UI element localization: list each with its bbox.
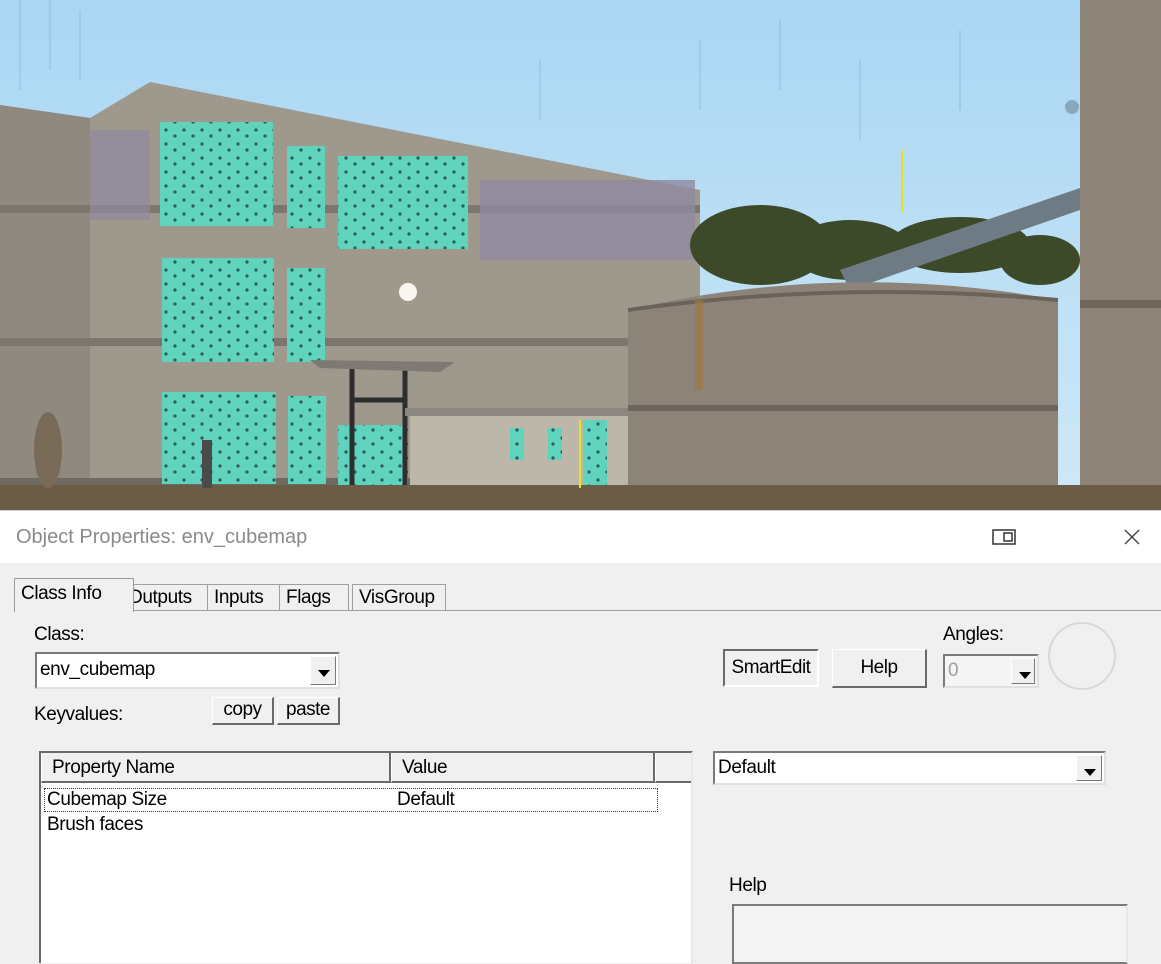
angles-dial[interactable] [1048,622,1116,690]
smartedit-toggle[interactable]: SmartEdit [723,649,819,687]
title-bar[interactable]: Object Properties: env_cubemap [0,511,1161,563]
tab-class-info[interactable]: Class Info [14,578,134,612]
tab-divider [14,610,1161,611]
3d-viewport[interactable] [0,0,1161,510]
angles-label: Angles: [943,624,1004,645]
angles-value: 0 [948,660,959,681]
help-textbox [732,904,1128,964]
help-button[interactable]: Help [832,649,927,688]
tab-visgroup[interactable]: VisGroup [352,584,446,611]
tab-inputs[interactable]: Inputs [207,584,281,611]
value-combobox[interactable]: Default [713,751,1106,785]
tab-outputs[interactable]: Outputs [121,584,213,611]
class-label: Class: [34,624,85,645]
table-row[interactable]: Brush faces [45,814,657,836]
column-header-value[interactable]: Value [391,753,655,783]
scene-render [0,0,1161,510]
snap-layout-icon[interactable] [990,527,1020,547]
property-name-cell: Cubemap Size [47,789,167,810]
chevron-down-icon[interactable] [1076,755,1102,781]
chevron-down-icon[interactable] [310,656,336,685]
class-value: env_cubemap [40,659,155,680]
keyvalues-list[interactable]: Property Name Value Cubemap Size Default… [39,751,693,963]
help-section-label: Help [729,875,767,896]
class-combobox[interactable]: env_cubemap [35,652,340,689]
property-name-cell: Brush faces [47,814,143,835]
paste-button[interactable]: paste [277,697,340,725]
table-row[interactable]: Cubemap Size Default [44,788,658,812]
value-combobox-text: Default [718,757,776,778]
keyvalues-label: Keyvalues: [34,704,123,725]
window-title: Object Properties: env_cubemap [16,526,308,548]
chevron-down-icon[interactable] [1011,658,1035,684]
close-icon[interactable] [1118,523,1146,551]
round-tank [627,282,1059,510]
column-header-filler [655,753,691,783]
column-header-property-name[interactable]: Property Name [41,753,391,783]
property-value-cell: Default [397,789,455,810]
tab-flags[interactable]: Flags [279,584,349,611]
copy-button[interactable]: copy [212,697,274,725]
angles-combobox[interactable]: 0 [943,654,1039,688]
ground [0,485,1161,510]
